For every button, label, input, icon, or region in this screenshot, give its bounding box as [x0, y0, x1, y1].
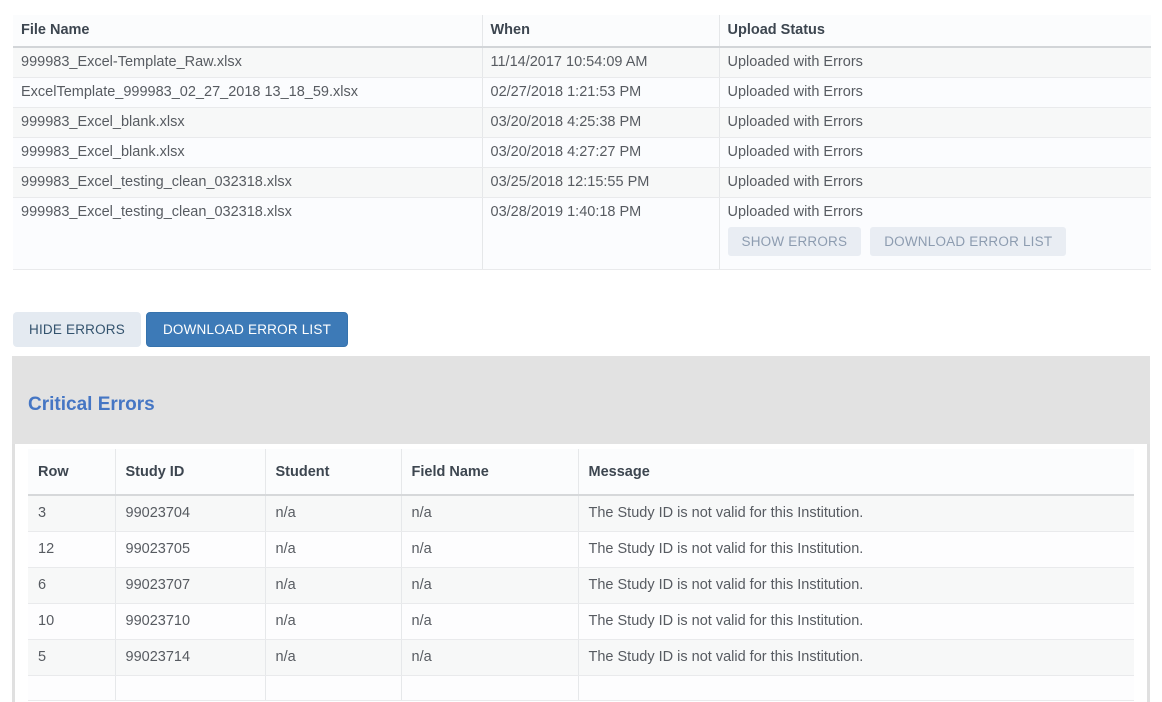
error-table-row: 1099023710n/an/aThe Study ID is not vali…: [28, 604, 1134, 640]
student-cell: n/a: [265, 532, 401, 568]
upload-table-body: 999983_Excel-Template_Raw.xlsx11/14/2017…: [13, 47, 1151, 270]
study-id-cell: 99023704: [115, 495, 265, 532]
errors-table-header-row: Row Study ID Student Field Name Message: [28, 449, 1134, 495]
student-cell: n/a: [265, 568, 401, 604]
column-header-study-id: Study ID: [115, 449, 265, 495]
empty-cell: [265, 676, 401, 701]
error-table-row: 599023714n/an/aThe Study ID is not valid…: [28, 640, 1134, 676]
file-name-cell: 999983_Excel_blank.xlsx: [13, 108, 482, 138]
upload-history-table: File Name When Upload Status 999983_Exce…: [13, 15, 1151, 270]
row-number-cell: 3: [28, 495, 115, 532]
upload-status-cell: Uploaded with Errors: [719, 47, 1151, 78]
upload-table-row: 999983_Excel_blank.xlsx03/20/2018 4:25:3…: [13, 108, 1151, 138]
critical-errors-panel: Critical Errors Row Study ID Student Fie…: [12, 356, 1150, 702]
upload-table-row: ExcelTemplate_999983_02_27_2018 13_18_59…: [13, 78, 1151, 108]
critical-errors-title: Critical Errors: [28, 394, 1134, 416]
column-header-file-name: File Name: [13, 15, 482, 47]
empty-cell: [578, 676, 1134, 701]
row-number-cell: 12: [28, 532, 115, 568]
errors-table-header: Row Study ID Student Field Name Message: [28, 449, 1134, 495]
field-name-cell: n/a: [401, 568, 578, 604]
field-name-cell: n/a: [401, 495, 578, 532]
upload-status-cell: Uploaded with Errors: [719, 168, 1151, 198]
download-error-list-row-button[interactable]: DOWNLOAD ERROR LIST: [870, 227, 1066, 256]
student-cell: n/a: [265, 495, 401, 532]
upload-status-cell: Uploaded with Errors SHOW ERRORS DOWNLOAD …: [719, 198, 1151, 270]
message-cell: The Study ID is not valid for this Insti…: [578, 568, 1134, 604]
file-name-cell: ExcelTemplate_999983_02_27_2018 13_18_59…: [13, 78, 482, 108]
upload-table-header-row: File Name When Upload Status: [13, 15, 1151, 47]
empty-cell: [28, 676, 115, 701]
errors-table-body: 399023704n/an/aThe Study ID is not valid…: [28, 495, 1134, 701]
message-cell: The Study ID is not valid for this Insti…: [578, 495, 1134, 532]
when-cell: 03/20/2018 4:25:38 PM: [482, 108, 719, 138]
critical-errors-panel-header: Critical Errors: [12, 356, 1150, 444]
upload-status-text: Uploaded with Errors: [728, 114, 1144, 130]
column-header-when: When: [482, 15, 719, 47]
error-table-row: 699023707n/an/aThe Study ID is not valid…: [28, 568, 1134, 604]
row-number-cell: 10: [28, 604, 115, 640]
upload-row-actions: SHOW ERRORS DOWNLOAD ERROR LIST: [728, 227, 1144, 256]
upload-status-cell: Uploaded with Errors: [719, 78, 1151, 108]
hide-errors-button[interactable]: HIDE ERRORS: [13, 312, 141, 347]
page: File Name When Upload Status 999983_Exce…: [0, 15, 1162, 702]
when-cell: 03/25/2018 12:15:55 PM: [482, 168, 719, 198]
upload-status-text: Uploaded with Errors: [728, 204, 1144, 220]
upload-status-cell: Uploaded with Errors: [719, 108, 1151, 138]
empty-cell: [115, 676, 265, 701]
field-name-cell: n/a: [401, 532, 578, 568]
study-id-cell: 99023710: [115, 604, 265, 640]
student-cell: n/a: [265, 640, 401, 676]
critical-errors-table: Row Study ID Student Field Name Message …: [28, 449, 1134, 701]
study-id-cell: 99023707: [115, 568, 265, 604]
column-header-student: Student: [265, 449, 401, 495]
upload-table-row: 999983_Excel_blank.xlsx03/20/2018 4:27:2…: [13, 138, 1151, 168]
upload-table-row: 999983_Excel-Template_Raw.xlsx11/14/2017…: [13, 47, 1151, 78]
when-cell: 02/27/2018 1:21:53 PM: [482, 78, 719, 108]
column-header-row: Row: [28, 449, 115, 495]
field-name-cell: n/a: [401, 640, 578, 676]
field-name-cell: n/a: [401, 604, 578, 640]
message-cell: The Study ID is not valid for this Insti…: [578, 532, 1134, 568]
file-name-cell: 999983_Excel-Template_Raw.xlsx: [13, 47, 482, 78]
empty-cell: [401, 676, 578, 701]
study-id-cell: 99023705: [115, 532, 265, 568]
column-header-upload-status: Upload Status: [719, 15, 1151, 47]
message-cell: The Study ID is not valid for this Insti…: [578, 640, 1134, 676]
show-errors-button[interactable]: SHOW ERRORS: [728, 227, 862, 256]
row-number-cell: 6: [28, 568, 115, 604]
upload-table-header: File Name When Upload Status: [13, 15, 1151, 47]
error-table-row-partial: [28, 676, 1134, 701]
when-cell: 03/28/2019 1:40:18 PM: [482, 198, 719, 270]
row-number-cell: 5: [28, 640, 115, 676]
upload-status-cell: Uploaded with Errors: [719, 138, 1151, 168]
when-cell: 11/14/2017 10:54:09 AM: [482, 47, 719, 78]
when-cell: 03/20/2018 4:27:27 PM: [482, 138, 719, 168]
critical-errors-panel-body: Row Study ID Student Field Name Message …: [12, 444, 1150, 702]
upload-status-text: Uploaded with Errors: [728, 54, 1144, 70]
upload-status-text: Uploaded with Errors: [728, 174, 1144, 190]
file-name-cell: 999983_Excel_testing_clean_032318.xlsx: [13, 198, 482, 270]
error-table-row: 1299023705n/an/aThe Study ID is not vali…: [28, 532, 1134, 568]
upload-table-row: 999983_Excel_testing_clean_032318.xlsx03…: [13, 168, 1151, 198]
error-table-row: 399023704n/an/aThe Study ID is not valid…: [28, 495, 1134, 532]
upload-status-text: Uploaded with Errors: [728, 144, 1144, 160]
file-name-cell: 999983_Excel_blank.xlsx: [13, 138, 482, 168]
student-cell: n/a: [265, 604, 401, 640]
upload-table-row: 999983_Excel_testing_clean_032318.xlsx03…: [13, 198, 1151, 270]
file-name-cell: 999983_Excel_testing_clean_032318.xlsx: [13, 168, 482, 198]
message-cell: The Study ID is not valid for this Insti…: [578, 604, 1134, 640]
error-actions-toolbar: HIDE ERRORS DOWNLOAD ERROR LIST: [13, 312, 1162, 347]
download-error-list-button[interactable]: DOWNLOAD ERROR LIST: [146, 312, 348, 347]
upload-status-text: Uploaded with Errors: [728, 84, 1144, 100]
column-header-message: Message: [578, 449, 1134, 495]
study-id-cell: 99023714: [115, 640, 265, 676]
column-header-field-name: Field Name: [401, 449, 578, 495]
